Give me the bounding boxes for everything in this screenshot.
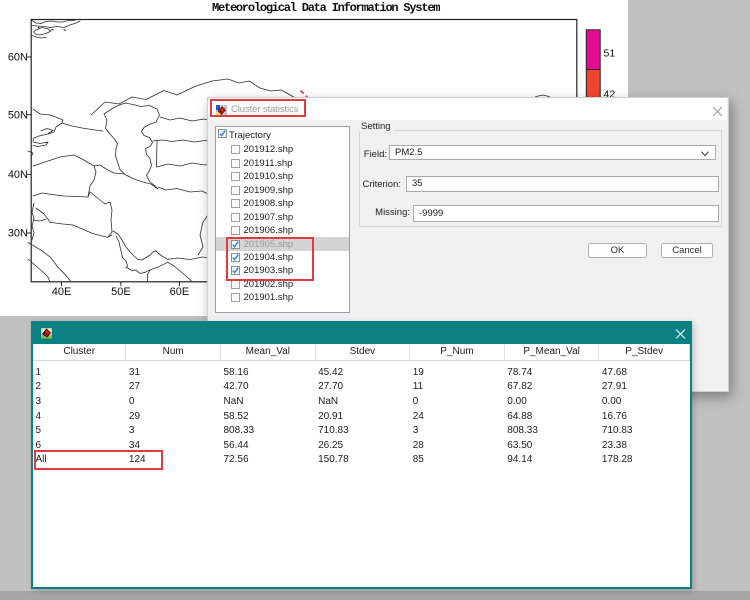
svg-text:51: 51 xyxy=(604,48,616,60)
svg-text:40N: 40N xyxy=(8,169,28,181)
svg-text:50E: 50E xyxy=(111,286,131,298)
svg-text:30N: 30N xyxy=(8,228,28,240)
svg-text:60E: 60E xyxy=(170,286,190,298)
svg-text:40E: 40E xyxy=(52,286,72,298)
svg-text:60N: 60N xyxy=(8,52,28,64)
svg-text:50N: 50N xyxy=(8,109,28,121)
